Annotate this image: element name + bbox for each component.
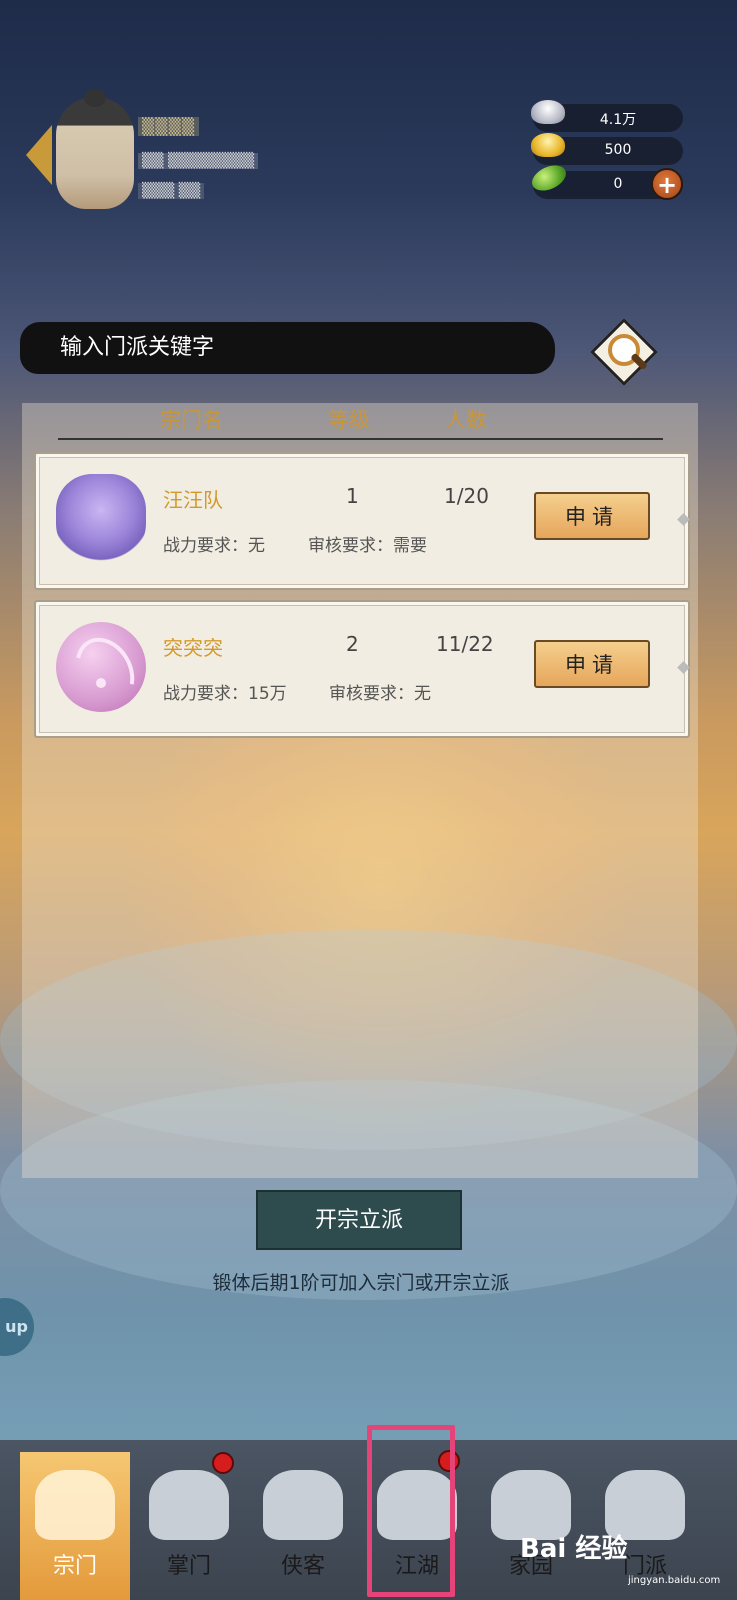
- user-info: ▒▒ ▒▒▒▒▒▒▒▒: [138, 153, 259, 169]
- nav-item-sect[interactable]: 宗门: [20, 1452, 130, 1600]
- sect-card: 突突突 2 11/22 战力要求：15万 审核要求：无 申请: [34, 600, 690, 738]
- card-ornament: [677, 661, 690, 674]
- sect-gate-icon: [35, 1470, 115, 1540]
- silver-ingot-icon: [531, 100, 565, 124]
- taiji-emblem-icon: [56, 622, 146, 712]
- sect-name: 汪汪队: [163, 488, 223, 512]
- sect-level: 2: [346, 632, 359, 656]
- avatar[interactable]: [56, 89, 134, 209]
- watermark-url: jingyan.baidu.com: [628, 1575, 721, 1586]
- watermark-logo: Bai 经验: [520, 1534, 628, 1564]
- header-divider: [58, 438, 663, 440]
- gold-ingot-icon: [531, 133, 565, 157]
- silver-value: 4.1万: [599, 112, 637, 128]
- back-arrow-icon[interactable]: [26, 125, 52, 185]
- silver-counter: 4.1万: [531, 100, 683, 132]
- sect-level: 1: [346, 484, 359, 508]
- sect-power-requirement: 战力要求：15万: [163, 684, 287, 704]
- search-button[interactable]: [590, 318, 660, 386]
- apply-button[interactable]: 申请: [534, 492, 650, 540]
- found-sect-button[interactable]: 开宗立派: [256, 1190, 462, 1250]
- apply-button[interactable]: 申请: [534, 640, 650, 688]
- header-level: 等级: [328, 408, 370, 432]
- sect-card: 汪汪队 1 1/20 战力要求：无 审核要求：需要 申请: [34, 452, 690, 590]
- sect-power-requirement: 战力要求：无: [163, 536, 265, 556]
- nav-label: 侠客: [280, 1554, 325, 1579]
- gold-counter: 500: [531, 133, 683, 165]
- leader-notification-badge: [212, 1452, 234, 1474]
- highlight-box: [367, 1425, 455, 1597]
- sect-search-bar: [20, 322, 555, 374]
- nav-label: 掌门: [166, 1554, 211, 1579]
- phoenix-emblem-icon: [56, 474, 146, 564]
- header-members: 人数: [445, 408, 487, 432]
- nav-label: 宗门: [52, 1554, 97, 1579]
- fan-icon: [149, 1470, 229, 1540]
- jade-icon: [528, 160, 570, 196]
- gold-value: 500: [604, 142, 632, 158]
- user-name: ▒▒▒▒: [138, 117, 200, 136]
- sect-review-requirement: 审核要求：无: [329, 684, 431, 704]
- add-currency-button[interactable]: +: [651, 168, 683, 200]
- sect-members: 1/20: [444, 484, 489, 508]
- sect-members: 11/22: [436, 632, 494, 656]
- hero-face-icon: [263, 1470, 343, 1540]
- jade-value: 0: [613, 176, 623, 192]
- sect-search-input[interactable]: [58, 334, 512, 361]
- user-header: ▒▒▒▒ ▒▒ ▒▒▒▒▒▒▒▒ ▒▒▒ ▒▒: [26, 89, 356, 215]
- card-ornament: [677, 513, 690, 526]
- sect-review-requirement: 审核要求：需要: [308, 536, 427, 556]
- floating-up-button[interactable]: up: [0, 1298, 34, 1356]
- nav-item-leader[interactable]: 掌门: [134, 1452, 244, 1600]
- jade-counter: 0 +: [528, 160, 683, 200]
- nav-item-home[interactable]: 家园: [476, 1452, 586, 1600]
- user-sub-info: ▒▒▒ ▒▒: [138, 183, 205, 199]
- header-sect-name: 宗门名: [160, 408, 223, 432]
- nav-item-heroes[interactable]: 侠客: [248, 1452, 358, 1600]
- found-sect-hint: 锻体后期1阶可加入宗门或开宗立派: [212, 1272, 510, 1294]
- sect-name: 突突突: [163, 636, 223, 660]
